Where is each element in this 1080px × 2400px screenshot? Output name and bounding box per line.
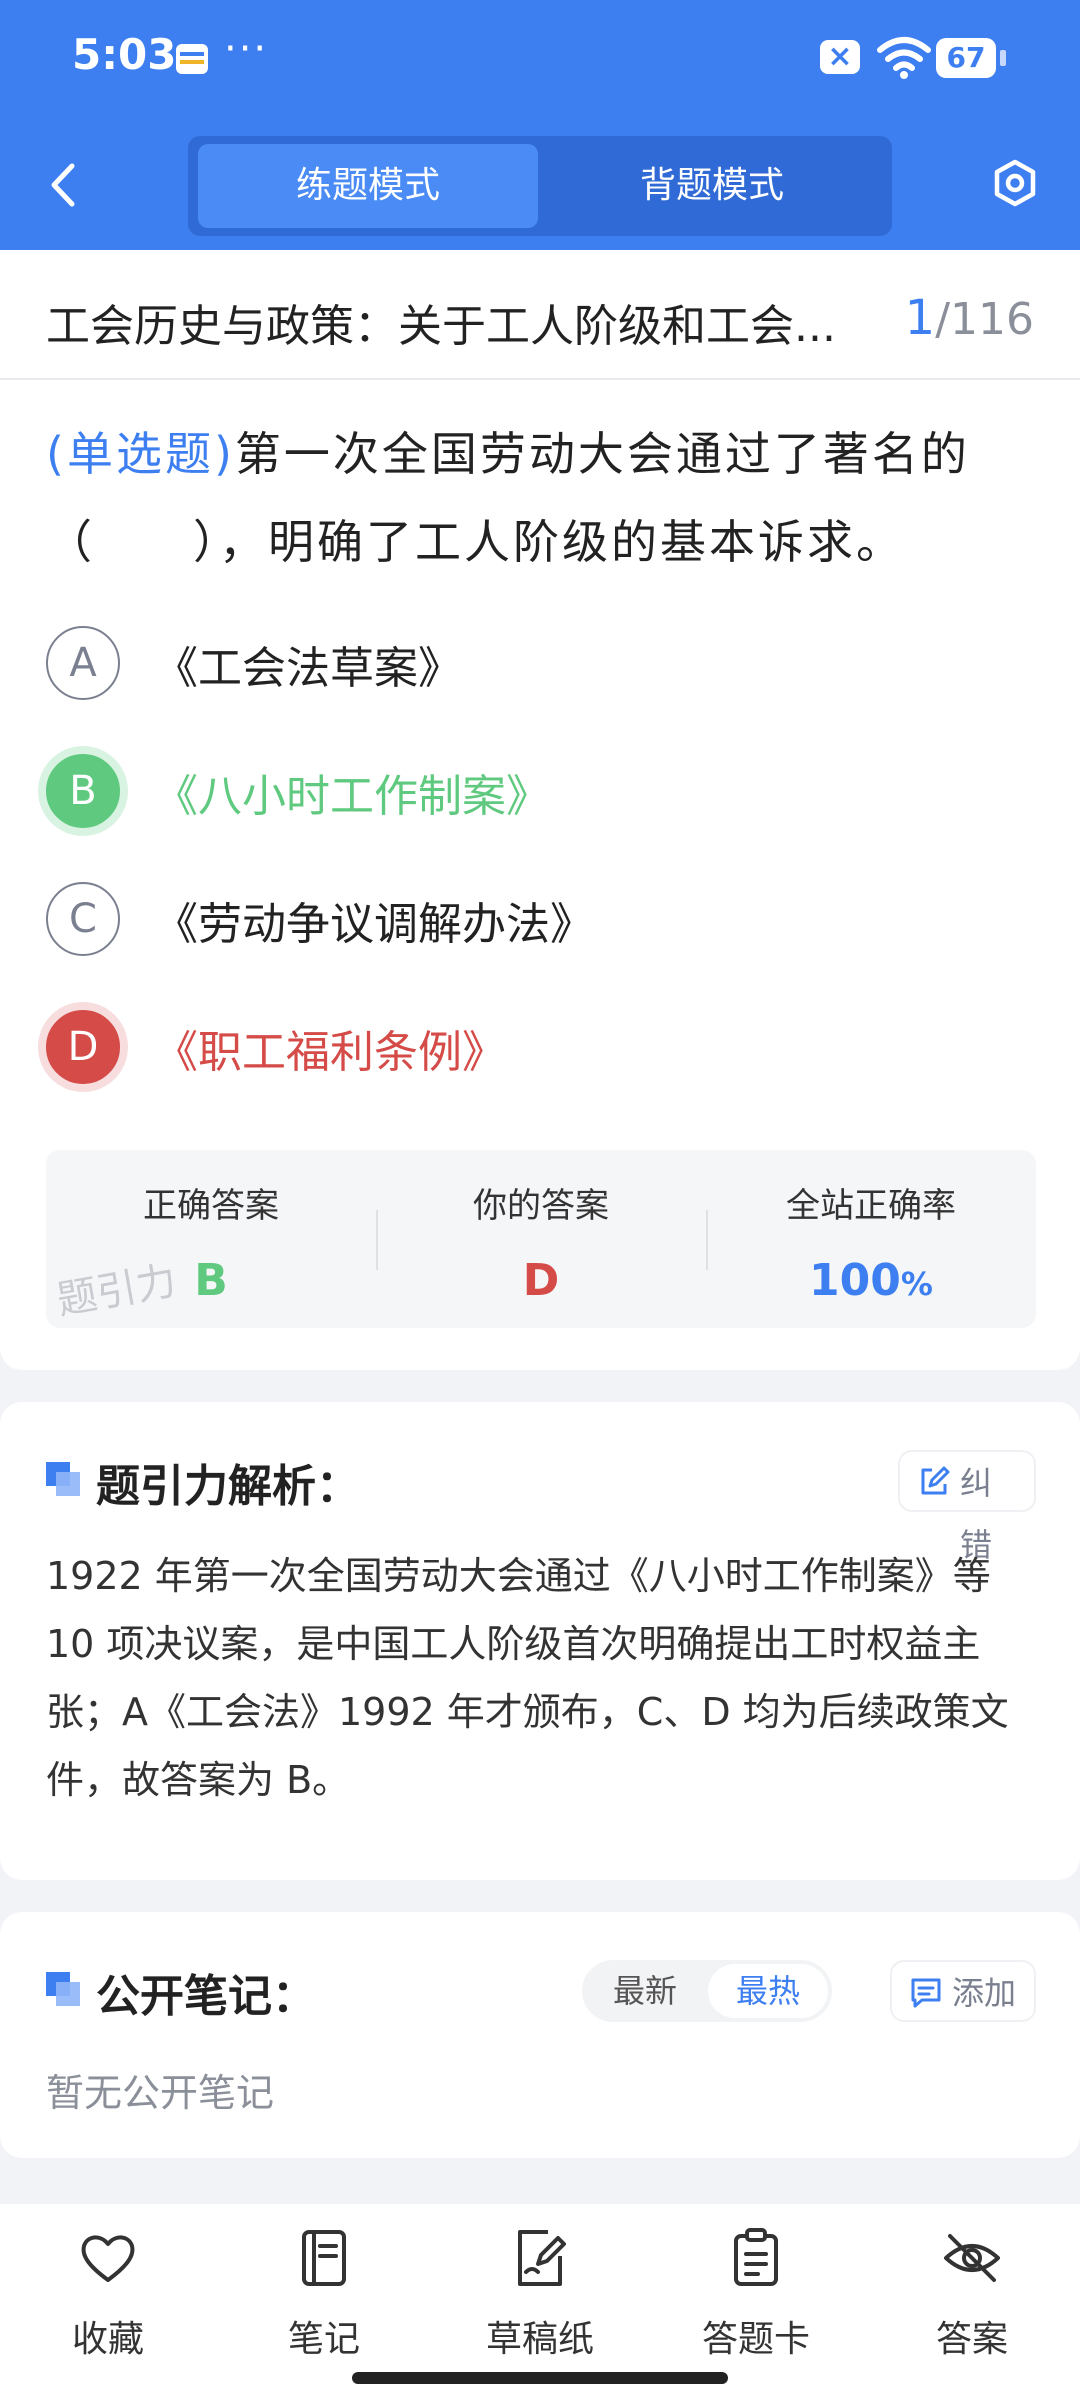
section-icon — [46, 1462, 82, 1498]
draft-icon — [518, 2230, 566, 2286]
option-d[interactable]: D 《职工福利条例》 — [46, 1010, 1026, 1084]
option-text: 《工会法草案》 — [154, 643, 462, 694]
option-text: 《职工福利条例》 — [154, 1027, 506, 1078]
wifi-icon — [877, 37, 931, 79]
analysis-text: 1922 年第一次全国劳动大会通过《八小时工作制案》等 10 项决议案，是中国工… — [46, 1554, 1009, 1802]
question-card: 工会历史与政策：关于工人阶级和工会... 1/116 (单选题)第一次全国劳动大… — [0, 250, 1080, 1370]
empty-notes-text: 暂无公开笔记 — [46, 2071, 275, 2115]
battery-indicator: 67 — [936, 38, 1006, 78]
more-notifications-icon: ··· — [224, 26, 269, 72]
answer-summary: 正确答案 B 你的答案 D 全站正确率 100% 题引力 — [46, 1150, 1036, 1328]
option-c[interactable]: C 《劳动争议调解办法》 — [46, 882, 1026, 956]
top-header: 5:03 ··· × 67 练题模式 背题模式 — [0, 0, 1080, 250]
favorite-label: 收藏 — [71, 2319, 144, 2360]
report-error-button[interactable]: 纠错 — [898, 1450, 1036, 1564]
home-indicator[interactable] — [352, 2372, 728, 2384]
show-answer-label: 答案 — [935, 2319, 1008, 2360]
option-a[interactable]: A 《工会法草案》 — [46, 626, 1026, 700]
mode-switch: 练题模式 背题模式 — [188, 136, 892, 236]
section-icon — [46, 1972, 82, 2008]
notes-title: 公开笔记： — [96, 1971, 316, 2022]
notes-label: 笔记 — [287, 2319, 360, 2360]
answer-card-label: 答题卡 — [701, 2319, 810, 2360]
current-question-number: 1 — [904, 290, 936, 346]
settings-icon[interactable] — [990, 158, 1040, 208]
analysis-title: 题引力解析： — [96, 1461, 360, 1512]
chapter-title: 工会历史与政策：关于工人阶级和工会... — [46, 301, 836, 352]
divider — [0, 378, 1080, 380]
bottom-toolbar: 收藏 笔记 草稿纸 答题卡 答案 — [0, 2204, 1080, 2400]
sort-latest[interactable]: 最新 — [582, 1960, 708, 2022]
favorite-button[interactable]: 收藏 — [18, 2226, 198, 2362]
option-letter: B — [46, 754, 120, 828]
analysis-card: 题引力解析： 纠错 1922 年第一次全国劳动大会通过《八小时工作制案》等 10… — [0, 1402, 1080, 1880]
question-type-label: (单选题) — [46, 427, 235, 481]
your-answer-column: 你的答案 D — [376, 1178, 706, 1306]
draft-paper-label: 草稿纸 — [485, 2319, 594, 2360]
option-b[interactable]: B 《八小时工作制案》 — [46, 754, 1026, 828]
accuracy-column: 全站正确率 100% — [706, 1178, 1036, 1306]
your-answer-value: D — [522, 1255, 560, 1306]
answer-card-icon — [734, 2228, 778, 2286]
total-questions: /116 — [935, 294, 1034, 345]
accuracy-value: 100 — [809, 1255, 901, 1306]
edit-icon — [921, 1466, 950, 1495]
draft-paper-button[interactable]: 草稿纸 — [450, 2226, 630, 2362]
option-text: 《八小时工作制案》 — [154, 771, 550, 822]
wallet-app-icon — [176, 44, 208, 74]
status-time: 5:03 — [72, 30, 177, 79]
option-letter: D — [46, 1010, 120, 1084]
notebook-icon — [302, 2230, 346, 2286]
answer-card-button[interactable]: 答题卡 — [666, 2226, 846, 2362]
option-text: 《劳动争议调解办法》 — [154, 899, 594, 950]
eye-off-icon — [944, 2234, 1000, 2282]
sort-hottest[interactable]: 最热 — [708, 1964, 828, 2018]
add-note-label: 添加 — [952, 1974, 1017, 2012]
notes-button[interactable]: 笔记 — [234, 2226, 414, 2362]
back-arrow-icon[interactable] — [44, 160, 84, 210]
question-counter[interactable]: 1/116 — [905, 290, 1034, 370]
notes-sort-toggle: 最新 最热 — [582, 1960, 832, 2022]
question-text: (单选题)第一次全国劳动大会通过了著名的（ ），明确了工人阶级的基本诉求。 — [46, 410, 1036, 586]
heart-icon — [81, 2235, 135, 2282]
your-answer-label: 你的答案 — [473, 1186, 609, 1226]
add-note-button[interactable]: 添加 — [890, 1960, 1036, 2022]
correct-answer-label: 正确答案 — [143, 1186, 279, 1226]
notes-card: 公开笔记： 最新 最热 添加 暂无公开笔记 — [0, 1912, 1080, 2158]
option-letter: A — [46, 626, 120, 700]
comment-icon — [911, 1978, 941, 2008]
accuracy-label: 全站正确率 — [786, 1186, 956, 1226]
sim-off-icon: × — [820, 40, 860, 74]
show-answer-button[interactable]: 答案 — [882, 2226, 1062, 2362]
tab-practice-mode[interactable]: 练题模式 — [198, 144, 538, 228]
accuracy-unit: % — [900, 1265, 933, 1303]
option-letter: C — [46, 882, 120, 956]
tab-memorize-mode[interactable]: 背题模式 — [542, 144, 882, 228]
status-bar: 5:03 ··· × 67 — [0, 0, 1080, 120]
